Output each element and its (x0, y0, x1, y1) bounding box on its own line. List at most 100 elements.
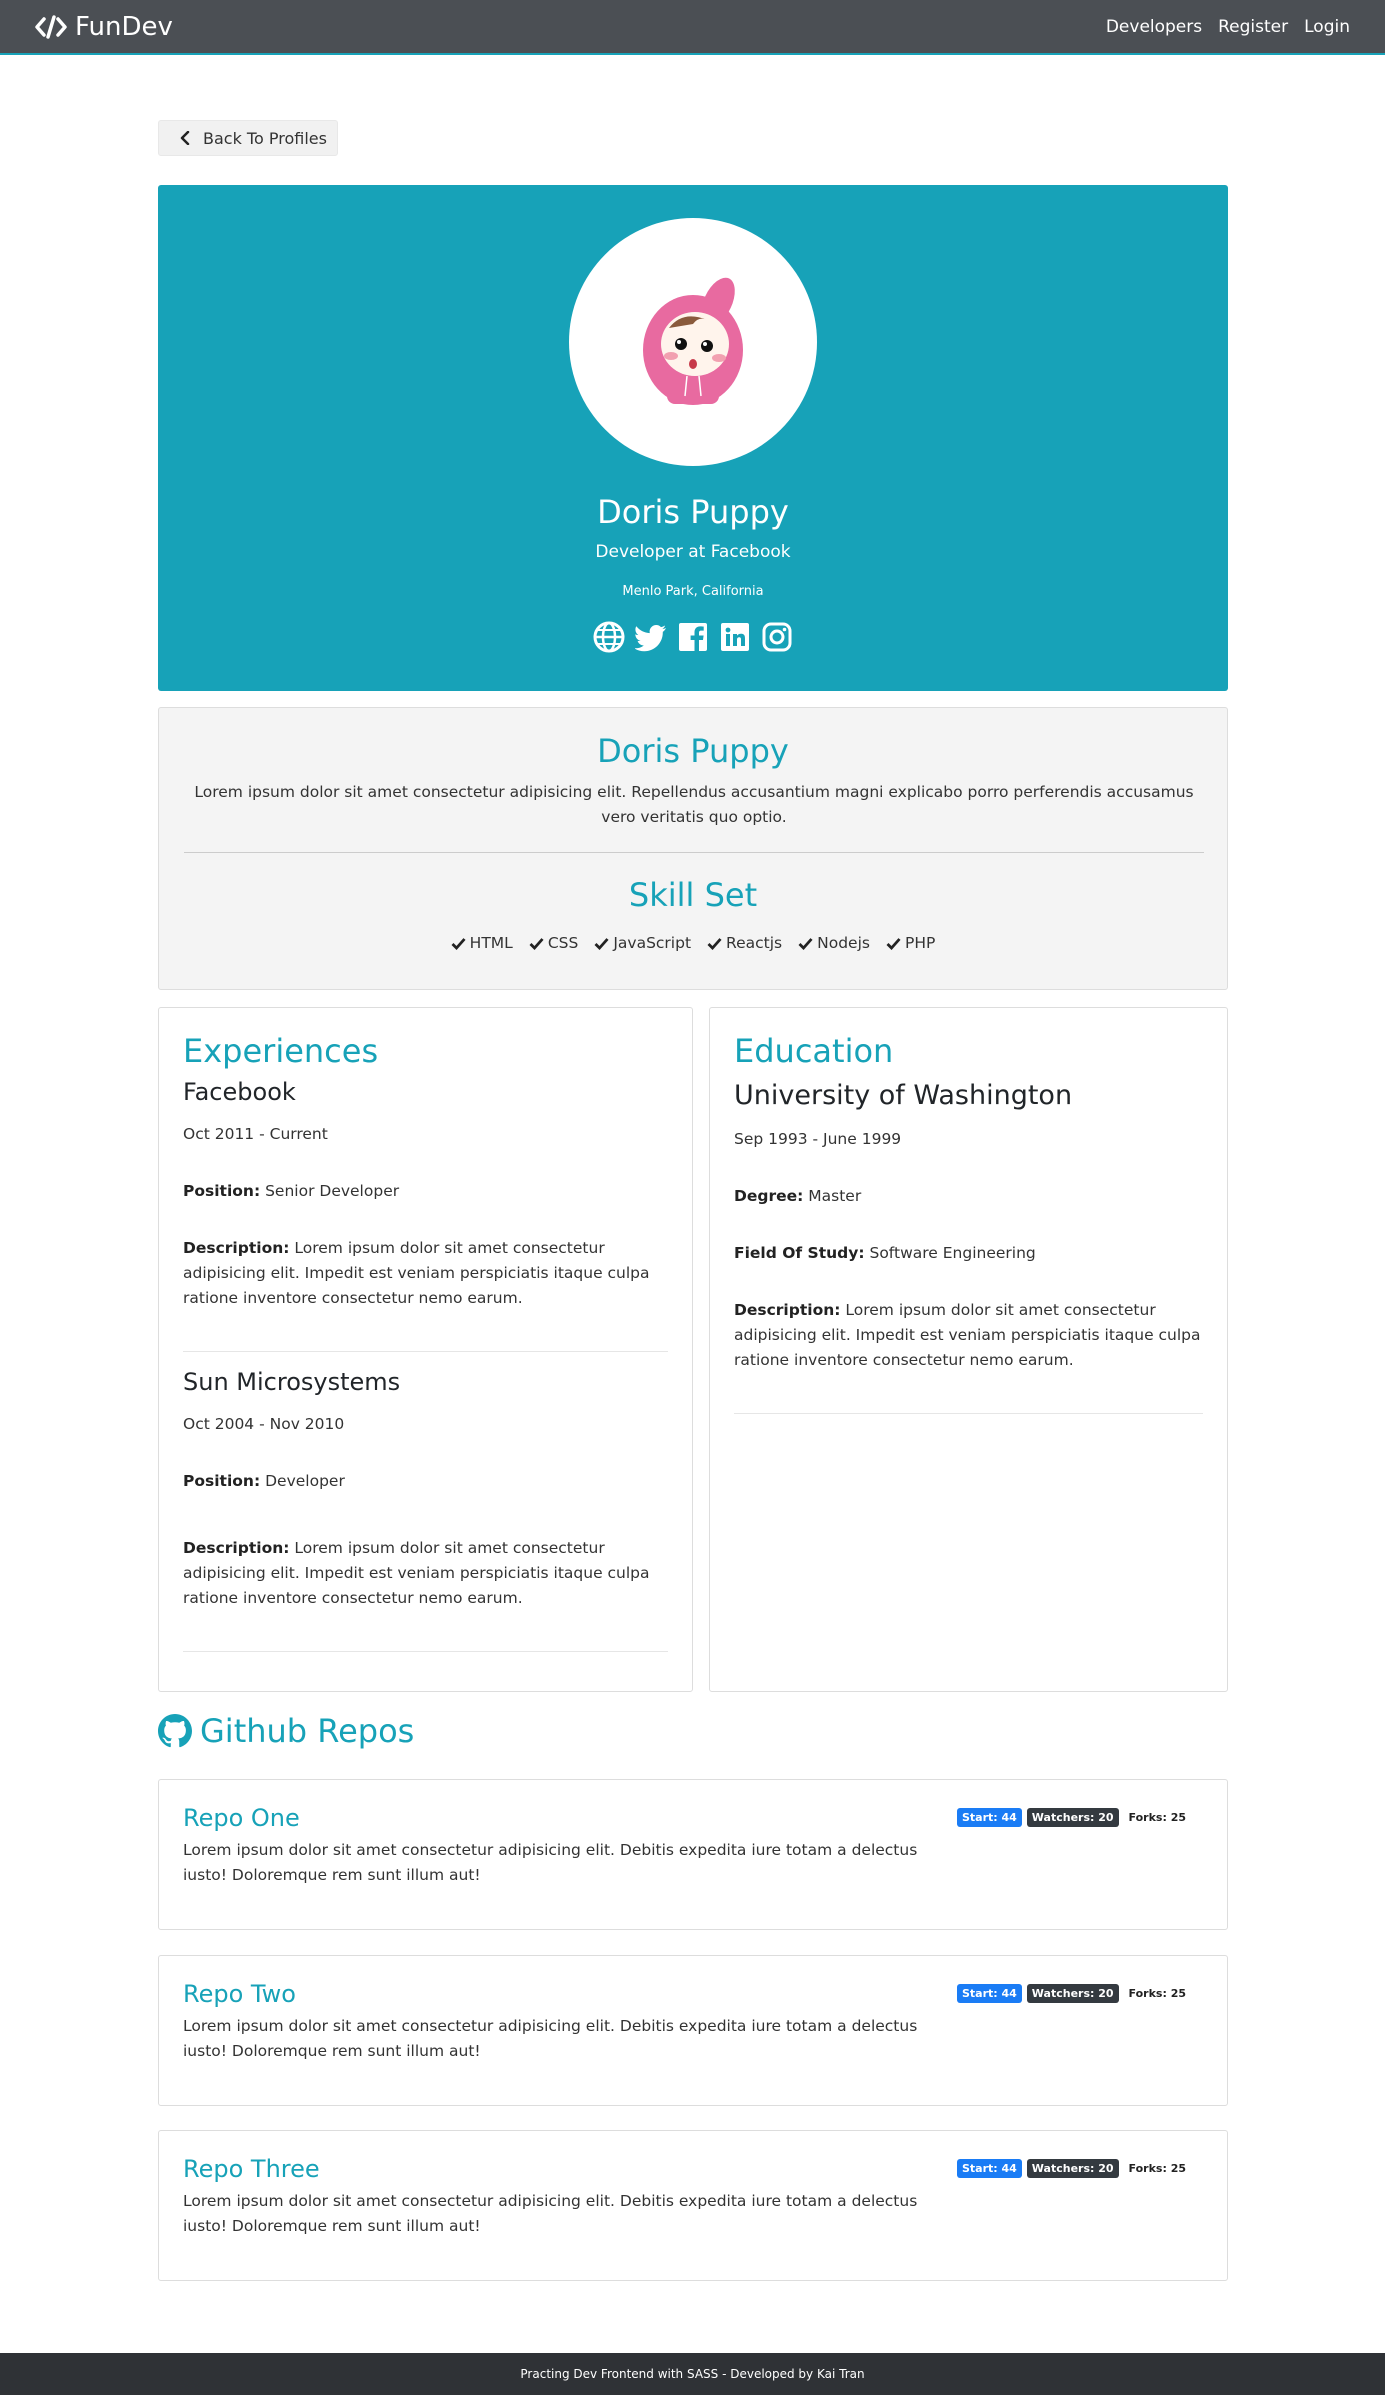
navbar: FunDev Developers Register Login (0, 0, 1385, 55)
footer: Practing Dev Frontend with SASS - Develo… (0, 2353, 1385, 2395)
profile-about: Doris Puppy Lorem ipsum dolor sit amet c… (158, 707, 1228, 990)
social-links (158, 621, 1228, 653)
repo-card: Repo Three Lorem ipsum dolor sit amet co… (158, 2130, 1228, 2281)
forks-badge: Forks: 25 (1123, 1984, 1191, 2003)
github-title: Github Repos (200, 1712, 415, 1750)
position-label: Position: (183, 1182, 261, 1200)
skill-item: HTML (451, 934, 513, 952)
linkedin-icon[interactable] (719, 621, 751, 653)
repo-name-link[interactable]: Repo Two (183, 1980, 296, 2008)
twitter-icon[interactable] (635, 621, 667, 653)
repo-description: Lorem ipsum dolor sit amet consectetur a… (183, 2017, 918, 2060)
experience-item: Facebook Oct 2011 - Current Position: Se… (183, 1078, 668, 1343)
education-dates: Sep 1993 - June 1999 (734, 1130, 902, 1148)
skill-label: PHP (904, 934, 936, 952)
company-name: Facebook (183, 1078, 296, 1106)
experience-dates: Oct 2004 - Nov 2010 (183, 1415, 345, 1433)
experience-description: Description: Lorem ipsum dolor sit amet … (183, 1236, 668, 1311)
repo-badges: Start: 44 Watchers: 20 Forks: 25 (956, 1808, 1191, 1827)
position-label: Position: (183, 1472, 261, 1490)
stars-badge: Start: 44 (956, 1984, 1022, 2003)
skill-item: Nodejs (798, 934, 870, 952)
forks-badge: Forks: 25 (1123, 1808, 1191, 1827)
chevron-left-icon (180, 131, 190, 145)
degree-value: Master (808, 1187, 862, 1205)
skills-list: HTML CSS JavaScript Reactjs Nodejs PHP (159, 934, 1227, 952)
education-description: Description: Lorem ipsum dolor sit amet … (734, 1298, 1203, 1373)
experiences-box: Experiences Facebook Oct 2011 - Current … (158, 1007, 693, 1692)
skill-label: JavaScript (613, 934, 692, 952)
repo-card: Repo Two Lorem ipsum dolor sit amet cons… (158, 1955, 1228, 2106)
position-value: Developer (265, 1472, 345, 1490)
skill-label: CSS (547, 934, 579, 952)
field-label: Field Of Study: (734, 1244, 865, 1262)
check-icon (451, 937, 466, 950)
brand-name: FunDev (75, 11, 173, 42)
profile-status: Developer at Facebook (595, 542, 791, 562)
divider (734, 1413, 1203, 1414)
instagram-icon[interactable] (761, 621, 793, 653)
profile-name: Doris Puppy (597, 493, 789, 531)
skill-label: Nodejs (817, 934, 870, 952)
degree-label: Degree: (734, 1187, 804, 1205)
stars-badge: Start: 44 (956, 1808, 1022, 1827)
check-icon (594, 937, 609, 950)
code-icon (35, 14, 67, 39)
skill-set-title: Skill Set (628, 876, 758, 914)
divider (183, 1351, 668, 1352)
skill-item: JavaScript (594, 934, 691, 952)
forks-badge: Forks: 25 (1123, 2159, 1191, 2178)
brand-link[interactable]: FunDev (35, 12, 173, 42)
profile-top: Doris Puppy Developer at Facebook Menlo … (158, 185, 1228, 691)
repo-card: Repo One Lorem ipsum dolor sit amet cons… (158, 1779, 1228, 1930)
globe-icon[interactable] (593, 621, 625, 653)
about-name: Doris Puppy (597, 732, 789, 770)
education-box: Education University of Washington Sep 1… (709, 1007, 1228, 1692)
about-bio: Lorem ipsum dolor sit amet consectetur a… (194, 783, 1194, 826)
education-field: Field Of Study: Software Engineering (734, 1241, 1203, 1266)
footer-text: Practing Dev Frontend with SASS - Develo… (520, 2367, 865, 2381)
experience-position: Position: Senior Developer (183, 1179, 668, 1204)
stars-badge: Start: 44 (956, 2159, 1022, 2178)
repo-name-link[interactable]: Repo One (183, 1804, 300, 1832)
nav-developers[interactable]: Developers (1106, 17, 1202, 37)
skill-label: Reactjs (726, 934, 783, 952)
skill-item: PHP (886, 934, 935, 952)
school-name: University of Washington (734, 1080, 1073, 1111)
experience-dates: Oct 2011 - Current (183, 1125, 328, 1143)
description-label: Description: (734, 1301, 841, 1319)
back-button-label: Back To Profiles (203, 128, 327, 148)
repo-description: Lorem ipsum dolor sit amet consectetur a… (183, 2192, 918, 2235)
repo-name-link[interactable]: Repo Three (183, 2155, 320, 2183)
nav-links: Developers Register Login (1106, 17, 1350, 37)
experience-item: Sun Microsystems Oct 2004 - Nov 2010 Pos… (183, 1368, 668, 1643)
repo-badges: Start: 44 Watchers: 20 Forks: 25 (956, 1984, 1191, 2003)
avatar (569, 218, 817, 466)
nav-login[interactable]: Login (1304, 17, 1350, 37)
github-repos-heading: Github Repos (158, 1712, 414, 1750)
watchers-badge: Watchers: 20 (1026, 2159, 1119, 2178)
check-icon (798, 937, 813, 950)
repo-description: Lorem ipsum dolor sit amet consectetur a… (183, 1841, 918, 1884)
education-title: Education (734, 1032, 894, 1070)
position-value: Senior Developer (265, 1182, 400, 1200)
skill-item: Reactjs (707, 934, 782, 952)
back-to-profiles-button[interactable]: Back To Profiles (158, 120, 338, 156)
check-icon (529, 937, 544, 950)
nav-register[interactable]: Register (1218, 17, 1288, 37)
experiences-title: Experiences (183, 1032, 379, 1070)
watchers-badge: Watchers: 20 (1026, 1808, 1119, 1827)
experience-description: Description: Lorem ipsum dolor sit amet … (183, 1536, 668, 1611)
github-icon (158, 1714, 192, 1748)
divider (183, 1651, 668, 1652)
field-value: Software Engineering (869, 1244, 1036, 1262)
description-label: Description: (183, 1239, 290, 1257)
description-label: Description: (183, 1539, 290, 1557)
watchers-badge: Watchers: 20 (1026, 1984, 1119, 2003)
facebook-icon[interactable] (677, 621, 709, 653)
skill-item: CSS (529, 934, 579, 952)
profile-location: Menlo Park, California (622, 584, 764, 599)
check-icon (886, 937, 901, 950)
check-icon (707, 937, 722, 950)
education-degree: Degree: Master (734, 1184, 1203, 1209)
